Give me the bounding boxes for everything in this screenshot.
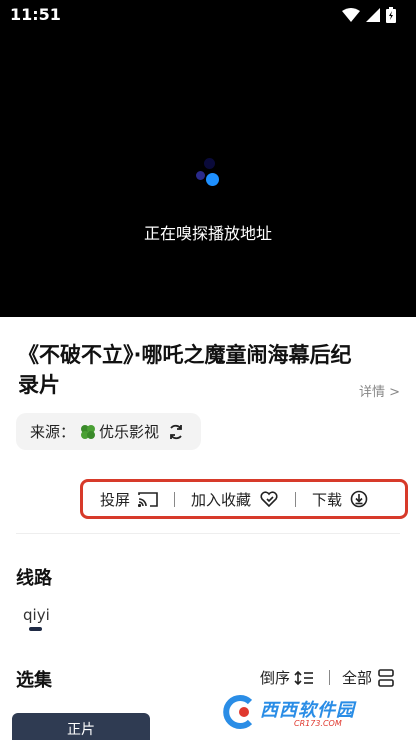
cast-label: 投屏 [100,490,131,509]
wifi-icon [342,8,360,22]
favorite-label: 加入收藏 [191,490,252,509]
grid-list-icon [378,668,394,687]
watermark-c-icon [223,695,253,729]
source-selector[interactable]: 来源： 优乐影视 [16,413,202,450]
all-label: 全部 [342,669,373,687]
refresh-icon[interactable] [167,423,185,441]
download-label: 下载 [312,490,343,509]
divider [16,533,400,534]
route-heading: 线路 [16,568,52,589]
cast-button[interactable]: 投屏 [100,489,158,510]
action-bar: 投屏 加入收藏 下载 [80,479,408,519]
video-player[interactable]: 11:51 正在嗅探播放地址 [0,0,416,317]
all-episodes-button[interactable]: 全部 [342,667,394,688]
battery-icon [386,7,396,23]
watermark-logo: 西西软件园 CR173.COM [216,690,396,734]
separator [329,670,330,685]
clover-icon [79,423,97,441]
route-item-qiyi[interactable]: qiyi [23,606,50,624]
sort-order-button[interactable]: 倒序 [260,667,314,688]
heart-icon [260,491,278,508]
download-button[interactable]: 下载 [312,489,368,510]
source-name: 优乐影视 [99,423,160,441]
sort-icon [294,670,314,685]
episodes-heading: 选集 [16,670,52,691]
status-time: 11:51 [10,5,61,24]
status-bar: 11:51 [0,0,416,30]
episode-item[interactable]: 正片 [12,713,150,740]
download-icon [350,490,368,508]
separator [295,491,297,507]
separator [174,491,176,507]
status-icons [342,6,396,24]
details-link[interactable]: 详情 > [359,381,400,400]
video-title: 《不破不立》·哪吒之魔童闹海幕后纪录片 [18,343,352,397]
route-selected-indicator [29,627,42,631]
source-label: 来源： [30,423,76,441]
loading-spinner-icon [196,158,220,188]
favorite-button[interactable]: 加入收藏 [191,489,279,510]
watermark-subtext: CR173.COM [294,719,342,728]
signal-icon [366,8,380,22]
sort-label: 倒序 [260,669,291,687]
loading-status-text: 正在嗅探播放地址 [143,224,272,243]
cast-icon [138,492,158,507]
